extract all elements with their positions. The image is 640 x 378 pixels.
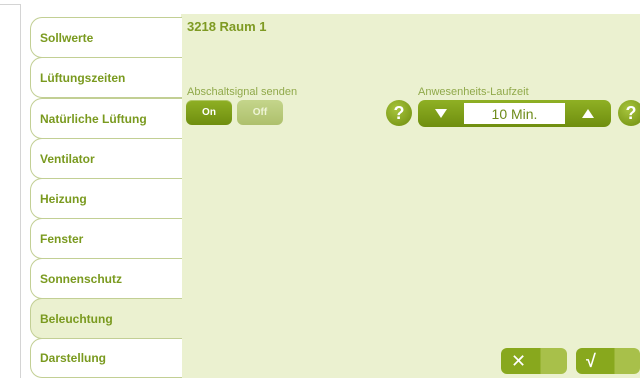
confirm-button[interactable]: √ [576, 348, 640, 374]
abschaltsignal-label: Abschaltsignal senden [187, 86, 298, 98]
help-glyph: ? [625, 102, 637, 123]
content-panel [181, 14, 640, 378]
laufzeit-value: 10 Min. [464, 103, 565, 124]
tab-label: Ventilator [40, 151, 95, 166]
help-icon-right[interactable]: ? [618, 100, 640, 126]
tab-label: Sonnenschutz [40, 271, 123, 286]
increment-button[interactable] [565, 100, 611, 127]
tab-label: Lüftungszeiten [40, 70, 126, 85]
tab-label: Beleuchtung [40, 311, 113, 326]
laufzeit-stepper: 10 Min. [418, 100, 611, 127]
left-border-line [20, 4, 21, 378]
help-glyph: ? [393, 102, 405, 123]
off-button[interactable]: Off [237, 100, 283, 125]
tab-label: Darstellung [40, 351, 107, 365]
tab-darstellung[interactable]: Darstellung [30, 338, 182, 378]
decrement-button[interactable] [418, 100, 464, 127]
tab-heizung[interactable]: Heizung [30, 178, 182, 219]
tab-lueftungszeiten[interactable]: Lüftungszeiten [30, 57, 182, 98]
tab-natuerliche-lueftung[interactable]: Natürliche Lüftung [30, 98, 182, 139]
tab-beleuchtung[interactable]: Beleuchtung [30, 298, 182, 339]
tab-ventilator[interactable]: Ventilator [30, 138, 182, 179]
top-border-line [0, 4, 20, 5]
check-icon: √ [586, 350, 596, 371]
tab-label: Natürliche Lüftung [40, 111, 147, 126]
page-title: 3218 Raum 1 [187, 19, 267, 34]
triangle-down-icon [435, 109, 447, 118]
tab-label: Sollwerte [40, 30, 94, 45]
tab-label: Heizung [40, 191, 87, 206]
tab-sonnenschutz[interactable]: Sonnenschutz [30, 258, 182, 299]
tab-sollwerte[interactable]: Sollwerte [30, 17, 182, 58]
cancel-button[interactable]: ✕ [501, 348, 567, 374]
on-button[interactable]: On [186, 100, 232, 125]
tab-fenster[interactable]: Fenster [30, 218, 182, 259]
anwesenheit-label: Anwesenheits-Laufzeit [418, 86, 529, 98]
triangle-up-icon [582, 109, 594, 118]
close-icon: ✕ [511, 350, 527, 371]
tab-label: Fenster [40, 231, 84, 246]
help-icon[interactable]: ? [386, 100, 412, 126]
